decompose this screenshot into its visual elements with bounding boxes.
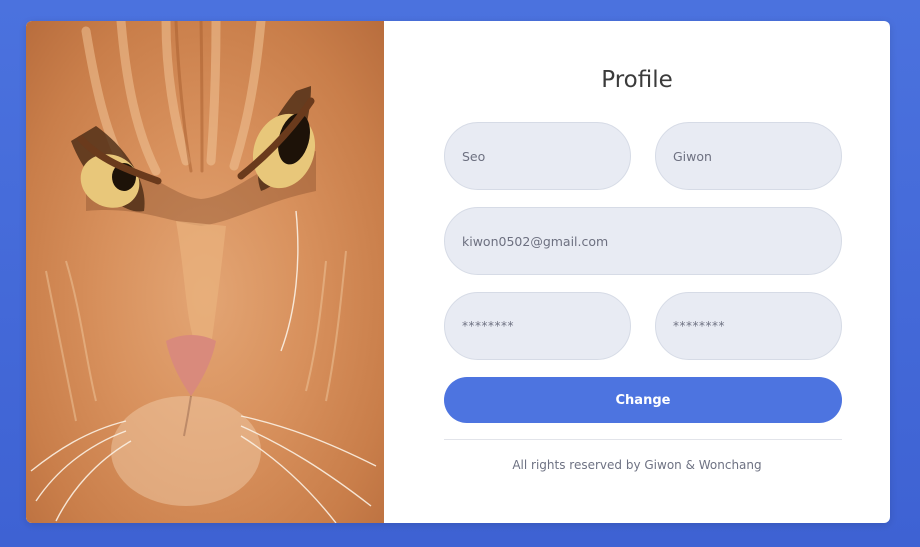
cat-photo [26,21,384,523]
first-name-input[interactable] [444,122,631,190]
confirm-password-input[interactable] [655,292,842,360]
divider [444,439,842,440]
password-input[interactable] [444,292,631,360]
footer-text: All rights reserved by Giwon & Wonchang [512,458,762,472]
profile-card: Profile Change All rights reserved by Gi… [26,21,890,523]
page-title: Profile [601,67,673,93]
change-button[interactable]: Change [444,377,842,423]
last-name-input[interactable] [655,122,842,190]
profile-form: Profile Change All rights reserved by Gi… [384,21,890,523]
email-input[interactable] [444,207,842,275]
